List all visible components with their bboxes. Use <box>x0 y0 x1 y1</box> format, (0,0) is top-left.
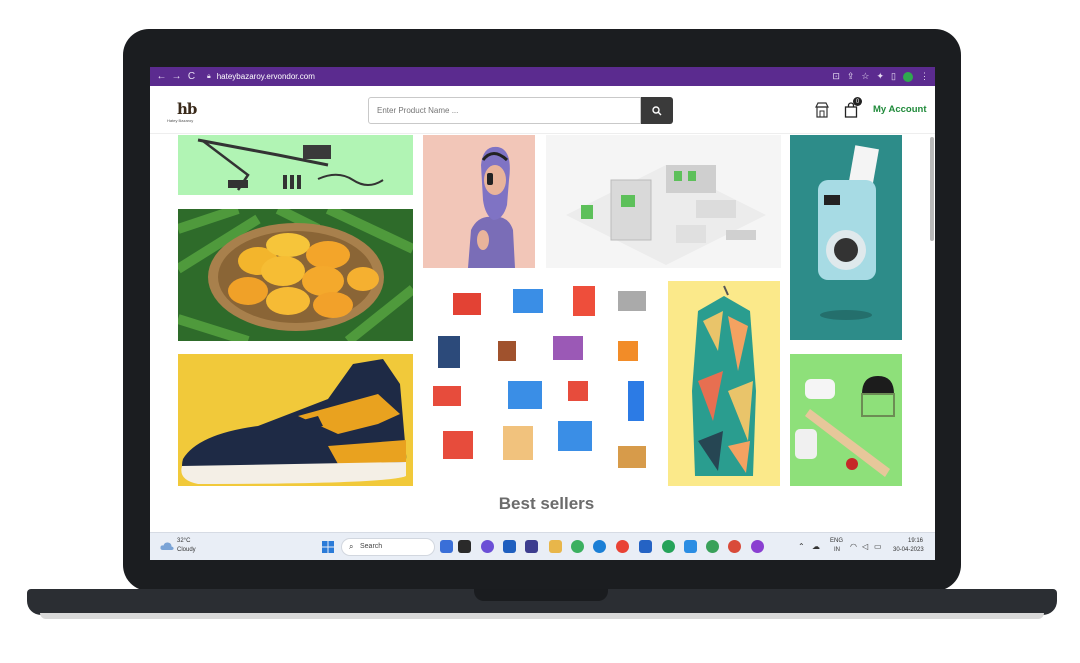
browser-toolbar: ← → C 🔒︎ hateybazaroy.ervondor.com ⊡ ⇪ ☆… <box>150 67 935 86</box>
tile-mangoes[interactable] <box>178 209 413 341</box>
wifi-icon[interactable]: ◠ <box>850 542 857 551</box>
tile-instant-camera[interactable] <box>790 135 902 340</box>
store-app-icon[interactable] <box>503 540 516 553</box>
cart-count-badge: 0 <box>853 97 862 106</box>
lock-icon: 🔒︎ <box>207 72 211 80</box>
best-sellers-heading: Best sellers <box>498 494 595 513</box>
logo-subtitle: Hatey Bazaroy <box>167 118 194 123</box>
volume-icon[interactable]: ◁ <box>862 542 868 551</box>
taskbar-search-label: Search <box>360 543 383 550</box>
bookmark-star-icon[interactable]: ☆ <box>861 71 869 82</box>
address-bar[interactable]: hateybazaroy.ervondor.com <box>217 72 315 81</box>
back-button[interactable]: ← <box>154 67 169 86</box>
laptop-notch <box>474 589 608 601</box>
windows-taskbar: 32°C Cloudy ⌕ Search ⌃ ☁ ENG IN ◠ ◁ ▭ 19 <box>150 532 935 560</box>
product-search-input[interactable] <box>368 97 641 124</box>
task-view-icon[interactable] <box>458 540 471 553</box>
side-panel-icon[interactable]: ▯ <box>891 71 896 82</box>
store-icon[interactable] <box>815 102 829 118</box>
tile-ecommerce-isometric[interactable] <box>546 135 781 268</box>
laptop-shadow <box>40 613 1044 619</box>
weather-condition[interactable]: Cloudy <box>177 547 196 553</box>
vscode-app-icon[interactable] <box>684 540 697 553</box>
tile-printed-shirt[interactable] <box>668 281 780 486</box>
search-button[interactable] <box>641 97 673 124</box>
onedrive-icon[interactable]: ☁ <box>812 542 820 551</box>
laptop-screen: ← → C 🔒︎ hateybazaroy.ervondor.com ⊡ ⇪ ☆… <box>150 67 935 560</box>
logo-mark: hb <box>177 100 197 118</box>
tile-shopping-icons[interactable] <box>423 281 658 486</box>
chrome-canary-icon[interactable] <box>728 540 741 553</box>
chat-app-icon[interactable] <box>481 540 494 553</box>
page-scrollbar[interactable] <box>930 137 934 241</box>
my-account-link[interactable]: My Account <box>873 104 926 115</box>
copilot-app-icon[interactable] <box>440 540 453 553</box>
battery-icon[interactable]: ▭ <box>874 542 882 551</box>
tile-sneaker[interactable] <box>178 354 413 486</box>
extensions-icon[interactable]: ✦ <box>877 71 885 82</box>
calculator-app-icon[interactable] <box>525 540 538 553</box>
podcast-app-icon[interactable] <box>751 540 764 553</box>
cloud-icon <box>160 542 174 550</box>
photos-app-icon[interactable] <box>639 540 652 553</box>
tile-cricket-gear[interactable] <box>790 354 902 486</box>
tile-headphones-woman[interactable] <box>423 135 535 268</box>
chevron-up-icon[interactable]: ⌃ <box>798 542 805 551</box>
forward-button[interactable]: → <box>169 67 184 86</box>
chrome-app-icon[interactable] <box>616 540 629 553</box>
region-code[interactable]: IN <box>834 547 840 553</box>
weather-temperature[interactable]: 32°C <box>177 538 190 544</box>
google-lens-icon[interactable]: ⊡ <box>832 71 840 82</box>
search-icon <box>652 105 662 115</box>
edge-dev-icon[interactable] <box>593 540 606 553</box>
menu-icon[interactable]: ⋮ <box>920 71 929 82</box>
tile-mic-stand[interactable] <box>178 135 413 195</box>
language-code[interactable]: ENG <box>830 538 843 544</box>
reload-button[interactable]: C <box>184 67 199 86</box>
edge-browser-icon[interactable] <box>571 540 584 553</box>
clock-date[interactable]: 30-04-2023 <box>893 547 924 553</box>
site-header: hb Hatey Bazaroy 0 My Account <box>150 86 935 134</box>
whatsapp-app-icon[interactable] <box>662 540 675 553</box>
profile-avatar[interactable] <box>903 71 913 82</box>
taskbar-search[interactable]: ⌕ Search <box>341 538 435 556</box>
search-icon: ⌕ <box>349 542 354 551</box>
browser-actions: ⊡ ⇪ ☆ ✦ ▯ ⋮ <box>832 67 929 86</box>
file-explorer-icon[interactable] <box>549 540 562 553</box>
chrome-profile-icon[interactable] <box>706 540 719 553</box>
windows-start-icon[interactable] <box>322 541 334 553</box>
site-logo[interactable]: hb Hatey Bazaroy <box>167 100 213 124</box>
share-icon[interactable]: ⇪ <box>847 71 855 82</box>
clock-time[interactable]: 19:16 <box>908 538 923 544</box>
